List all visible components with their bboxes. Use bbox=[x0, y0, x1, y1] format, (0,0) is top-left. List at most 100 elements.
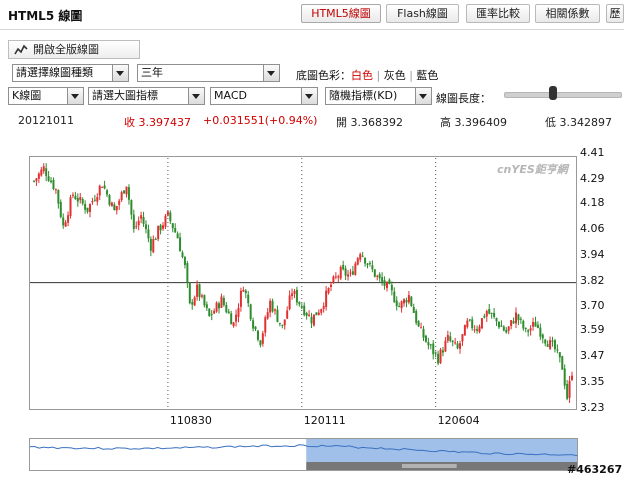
candle-body bbox=[463, 325, 466, 336]
candle-body bbox=[502, 326, 505, 331]
candle-body bbox=[527, 330, 530, 332]
candle-body bbox=[400, 301, 403, 309]
candle-body bbox=[249, 304, 252, 320]
candle-body bbox=[259, 340, 262, 346]
y-tick-label: 4.29 bbox=[580, 171, 605, 185]
candle-body bbox=[522, 320, 525, 329]
candle-body bbox=[539, 327, 542, 337]
y-tick-label: 3.59 bbox=[580, 323, 605, 337]
candle-body bbox=[232, 322, 235, 327]
candle-body bbox=[437, 353, 440, 364]
candle-body bbox=[127, 187, 130, 200]
candle-body bbox=[544, 339, 547, 344]
candle-body bbox=[359, 254, 362, 260]
candle-body bbox=[181, 252, 184, 258]
candle-body bbox=[230, 313, 233, 325]
candle-body bbox=[322, 306, 325, 309]
candle-body bbox=[320, 309, 323, 313]
candle-body bbox=[269, 300, 272, 313]
candle-body bbox=[568, 380, 571, 398]
candle-body bbox=[88, 203, 91, 212]
candle-body bbox=[196, 284, 199, 297]
candle-body bbox=[125, 186, 128, 195]
candle-body bbox=[407, 295, 410, 303]
candle-body bbox=[64, 222, 67, 227]
candle-body bbox=[512, 321, 515, 324]
candle-body bbox=[344, 268, 347, 276]
candle-body bbox=[410, 296, 413, 306]
y-tick-label: 3.23 bbox=[580, 401, 605, 414]
candle-body bbox=[563, 368, 566, 386]
candle-body bbox=[478, 326, 481, 332]
candle-body bbox=[274, 309, 277, 311]
candle-body bbox=[278, 322, 281, 324]
candle-body bbox=[45, 168, 48, 176]
candle-body bbox=[47, 176, 50, 181]
candle-body bbox=[466, 320, 469, 328]
candle-body bbox=[169, 212, 172, 222]
candle-body bbox=[120, 192, 123, 201]
candle-body bbox=[200, 295, 203, 297]
candle-body bbox=[356, 258, 359, 265]
candle-body bbox=[415, 311, 418, 323]
candle-body bbox=[186, 263, 189, 283]
candle-body bbox=[203, 295, 206, 306]
candle-body bbox=[561, 356, 564, 370]
candlestick-chart[interactable] bbox=[0, 0, 624, 479]
candle-body bbox=[451, 340, 454, 343]
candle-body bbox=[398, 306, 401, 308]
candle-body bbox=[261, 333, 264, 344]
candle-body bbox=[456, 343, 459, 349]
candle-body bbox=[337, 276, 340, 278]
y-tick-label: 4.18 bbox=[580, 195, 605, 209]
candle-body bbox=[93, 199, 96, 201]
candle-body bbox=[371, 265, 374, 270]
candle-body bbox=[347, 274, 350, 277]
candle-body bbox=[293, 291, 296, 294]
candle-body bbox=[524, 328, 527, 330]
candle-body bbox=[378, 274, 381, 279]
candle-body bbox=[483, 316, 486, 318]
candle-body bbox=[91, 201, 94, 203]
candle-body bbox=[154, 239, 157, 241]
candle-body bbox=[454, 342, 457, 344]
candle-body bbox=[106, 190, 109, 195]
candle-body bbox=[171, 223, 174, 229]
x-tick-label: 120111 bbox=[303, 414, 346, 427]
candle-body bbox=[495, 318, 498, 322]
candle-body bbox=[349, 272, 352, 274]
candle-body bbox=[69, 197, 72, 216]
range-navigator-plot[interactable] bbox=[30, 439, 577, 470]
candle-body bbox=[147, 229, 150, 239]
candle-body bbox=[549, 340, 552, 349]
candle-body bbox=[515, 312, 518, 324]
candle-body bbox=[62, 217, 65, 226]
candle-body bbox=[142, 217, 145, 224]
candle-body bbox=[264, 317, 267, 333]
x-tick-label: 110830 bbox=[169, 414, 212, 427]
candle-body bbox=[325, 290, 328, 307]
y-tick-label: 4.41 bbox=[580, 146, 605, 159]
candle-body bbox=[444, 340, 447, 352]
candle-body bbox=[403, 299, 406, 304]
candle-body bbox=[566, 383, 569, 399]
candle-body bbox=[312, 314, 315, 326]
candle-body bbox=[473, 329, 476, 331]
candle-body bbox=[532, 322, 535, 327]
candle-body bbox=[332, 276, 335, 284]
candle-body bbox=[276, 309, 279, 322]
candle-body bbox=[266, 312, 269, 319]
candle-body bbox=[390, 284, 393, 291]
candle-body bbox=[149, 238, 152, 251]
candle-body bbox=[420, 327, 423, 329]
candle-body bbox=[429, 344, 432, 346]
candle-body bbox=[376, 275, 379, 277]
y-tick-label: 4.06 bbox=[580, 221, 605, 235]
candle-body bbox=[208, 308, 211, 317]
candle-body bbox=[283, 319, 286, 326]
candle-body bbox=[381, 277, 384, 282]
candle-body bbox=[35, 178, 38, 182]
candle-body bbox=[37, 173, 40, 179]
candle-body bbox=[354, 263, 357, 275]
candle-body bbox=[271, 300, 274, 312]
